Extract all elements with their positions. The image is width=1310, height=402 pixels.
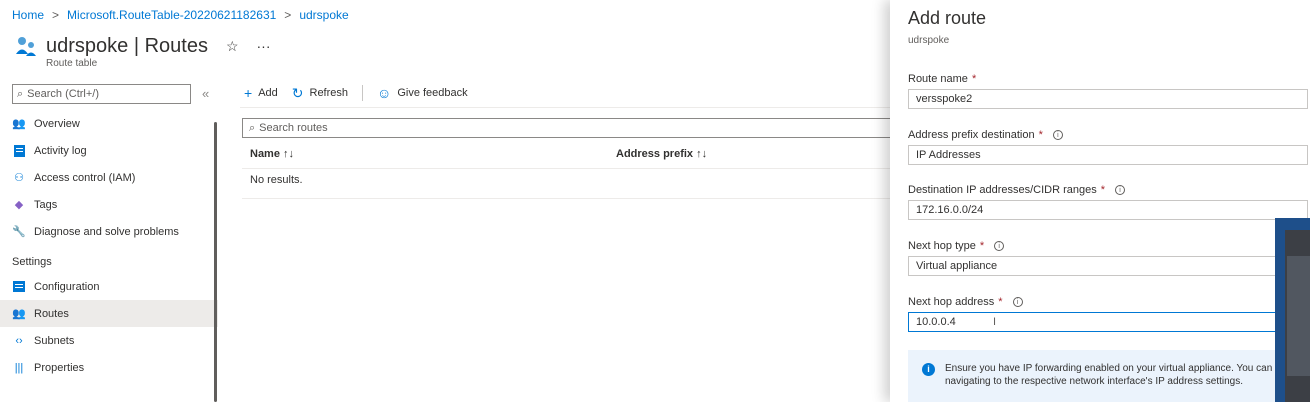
sidebar-item-label: Properties xyxy=(34,361,85,374)
info-icon[interactable]: i xyxy=(1012,297,1023,307)
ip-forwarding-notice: i Ensure you have IP forwarding enabled … xyxy=(908,350,1308,402)
overview-icon: 👥 xyxy=(12,118,26,130)
sidebar-item-routes[interactable]: 👥 Routes xyxy=(0,300,218,327)
add-button-label: Add xyxy=(258,87,278,99)
sidebar-item-label: Routes xyxy=(34,307,69,320)
info-icon[interactable]: i xyxy=(1115,185,1126,195)
page-title: udrspoke | Routes xyxy=(46,34,208,57)
breadcrumb-separator: > xyxy=(52,8,60,22)
breadcrumb-route-table[interactable]: udrspoke xyxy=(299,8,348,22)
route-name-value: versspoke2 xyxy=(916,93,973,105)
refresh-button[interactable]: ↻ Refresh xyxy=(292,85,348,102)
sidebar-item-tags[interactable]: ◆ Tags xyxy=(0,191,218,218)
sidebar-item-label: Diagnose and solve problems xyxy=(34,225,179,238)
next-hop-address-label: Next hop address * i xyxy=(908,296,1023,308)
feedback-icon: ☺ xyxy=(377,85,392,101)
toolbar-divider xyxy=(362,85,364,101)
address-prefix-destination-label: Address prefix destination * i xyxy=(908,129,1063,141)
sidebar-item-subnets[interactable]: ‹› Subnets xyxy=(0,327,218,354)
sidebar-item-label: Overview xyxy=(34,117,80,130)
sidebar-search-input[interactable]: ⌕ Search (Ctrl+/) xyxy=(12,84,191,104)
column-header-address-prefix[interactable]: Address prefix ↑↓ xyxy=(616,148,707,160)
wrench-icon: 🔧 xyxy=(12,226,26,238)
next-hop-address-field[interactable]: 10.0.0.4 I xyxy=(908,312,1308,332)
next-hop-address-value: 10.0.0.4 xyxy=(916,316,956,328)
sidebar-item-label: Access control (IAM) xyxy=(34,171,136,184)
breadcrumb-resource-group[interactable]: Microsoft.RouteTable-20220621182631 xyxy=(67,8,276,22)
more-options-icon[interactable]: ··· xyxy=(257,38,271,54)
collapse-sidebar-icon[interactable]: « xyxy=(202,86,209,101)
subnets-icon: ‹› xyxy=(15,334,23,347)
routes-table-header: Name ↑↓ Address prefix ↑↓ xyxy=(242,141,897,169)
notice-text: Ensure you have IP forwarding enabled on… xyxy=(945,363,1273,387)
refresh-icon: ↻ xyxy=(291,84,304,101)
info-icon: i xyxy=(922,363,935,376)
next-hop-type-label: Next hop type * i xyxy=(908,240,1005,252)
search-routes-input[interactable]: ⌕ Search routes xyxy=(242,118,897,138)
panel-title: Add route xyxy=(908,8,987,28)
info-icon[interactable]: i xyxy=(994,241,1005,251)
overlay-window xyxy=(1275,218,1310,402)
column-header-name[interactable]: Name ↑↓ xyxy=(250,148,294,160)
address-prefix-destination-value: IP Addresses xyxy=(916,149,981,161)
command-bar: + Add ↻ Refresh ☺ Give feedback xyxy=(244,84,468,102)
destination-ip-value: 172.16.0.0/24 xyxy=(916,204,984,216)
route-name-label: Route name * xyxy=(908,73,977,85)
sidebar-item-label: Activity log xyxy=(34,144,87,157)
add-route-panel: Add route udrspoke Route name * versspoke… xyxy=(890,0,1310,402)
plus-icon: + xyxy=(244,85,253,101)
tag-icon: ◆ xyxy=(14,199,24,211)
table-bottom-border xyxy=(242,198,897,199)
favorite-star-icon[interactable]: ☆ xyxy=(226,38,239,55)
route-table-icon xyxy=(14,34,38,58)
breadcrumb-separator: > xyxy=(284,8,292,22)
sidebar-nav: 👥 Overview Activity log ⚇ Access control… xyxy=(0,110,218,381)
sidebar-item-properties[interactable]: ||| Properties xyxy=(0,354,218,381)
iam-icon: ⚇ xyxy=(14,172,24,184)
sort-icon: ↑↓ xyxy=(696,148,708,160)
properties-icon: ||| xyxy=(14,361,24,374)
give-feedback-label: Give feedback xyxy=(397,87,468,99)
info-icon[interactable]: i xyxy=(1052,130,1063,140)
add-button[interactable]: + Add xyxy=(244,85,278,101)
sidebar-item-label: Subnets xyxy=(34,334,75,347)
routes-icon: 👥 xyxy=(12,308,26,320)
toolbar-divider-line xyxy=(240,107,895,108)
search-routes-placeholder: Search routes xyxy=(259,122,328,134)
route-name-field[interactable]: versspoke2 xyxy=(908,89,1308,109)
next-hop-type-select[interactable]: Virtual appliance xyxy=(908,256,1308,276)
page-subtitle: Route table xyxy=(46,58,98,69)
sidebar-item-configuration[interactable]: Configuration xyxy=(0,273,218,300)
address-prefix-destination-select[interactable]: IP Addresses xyxy=(908,145,1308,165)
refresh-button-label: Refresh xyxy=(309,87,349,99)
empty-state-text: No results. xyxy=(250,174,303,186)
destination-ip-field[interactable]: 172.16.0.0/24 xyxy=(908,200,1308,220)
destination-ip-label: Destination IP addresses/CIDR ranges * i xyxy=(908,184,1126,196)
sidebar-item-activity-log[interactable]: Activity log xyxy=(0,137,218,164)
sidebar-item-overview[interactable]: 👥 Overview xyxy=(0,110,218,137)
activity-log-icon xyxy=(12,144,26,158)
breadcrumb-home[interactable]: Home xyxy=(12,8,44,22)
next-hop-type-value: Virtual appliance xyxy=(916,260,998,272)
sidebar-section-settings: Settings xyxy=(12,256,52,268)
breadcrumb: Home > Microsoft.RouteTable-202206211826… xyxy=(12,8,349,22)
sort-icon: ↑↓ xyxy=(283,148,295,160)
sidebar-item-label: Tags xyxy=(34,198,58,211)
text-cursor-icon: I xyxy=(993,316,997,328)
sidebar-item-label: Configuration xyxy=(34,280,100,293)
sidebar-item-iam[interactable]: ⚇ Access control (IAM) xyxy=(0,164,218,191)
configuration-icon xyxy=(12,280,26,294)
sidebar-search-placeholder: Search (Ctrl+/) xyxy=(27,88,99,100)
panel-subtitle: udrspoke xyxy=(908,35,950,46)
sidebar-item-diagnose[interactable]: 🔧 Diagnose and solve problems xyxy=(0,218,218,245)
search-icon: ⌕ xyxy=(17,87,24,100)
page-header: udrspoke | Routes ☆ ··· xyxy=(14,34,271,58)
sidebar-scrollbar[interactable] xyxy=(214,122,217,402)
give-feedback-button[interactable]: ☺ Give feedback xyxy=(377,85,468,101)
search-icon: ⌕ xyxy=(249,121,256,134)
